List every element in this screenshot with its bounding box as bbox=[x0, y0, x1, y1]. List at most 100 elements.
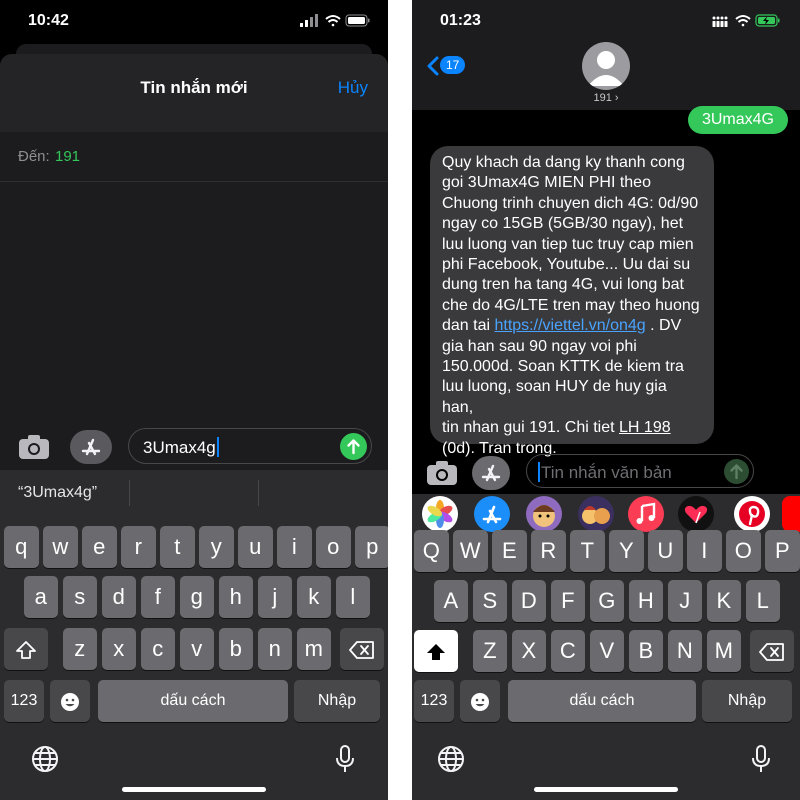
return-key[interactable]: Nhập bbox=[702, 680, 792, 722]
emoji-key[interactable] bbox=[50, 680, 90, 722]
globe-icon[interactable] bbox=[30, 744, 60, 774]
unread-count-badge[interactable]: 17 bbox=[440, 56, 466, 74]
key-letter[interactable]: B bbox=[628, 630, 664, 672]
key-letter[interactable]: Z bbox=[472, 630, 508, 672]
key-letter[interactable]: U bbox=[648, 530, 683, 572]
key-letter[interactable]: H bbox=[628, 580, 664, 622]
app-store-icon[interactable] bbox=[70, 430, 112, 464]
microphone-icon[interactable] bbox=[330, 744, 360, 774]
key-letter[interactable]: u bbox=[238, 526, 273, 568]
suggestion-divider bbox=[129, 480, 130, 506]
key-letter[interactable]: O bbox=[726, 530, 761, 572]
key-letter[interactable]: i bbox=[277, 526, 312, 568]
key-letter[interactable]: P bbox=[765, 530, 800, 572]
key-letter[interactable]: X bbox=[511, 630, 547, 672]
key-letter[interactable]: V bbox=[589, 630, 625, 672]
delete-key[interactable] bbox=[340, 628, 384, 670]
message-link[interactable]: https://viettel.vn/on4g bbox=[494, 317, 645, 334]
key-letter[interactable]: N bbox=[667, 630, 703, 672]
music-icon[interactable] bbox=[628, 496, 664, 532]
memoji-icon[interactable] bbox=[526, 496, 562, 532]
key-letter[interactable]: j bbox=[257, 576, 293, 618]
key-letter[interactable]: I bbox=[687, 530, 722, 572]
key-letter[interactable]: W bbox=[453, 530, 488, 572]
message-input-bar: Tin nhắn văn bản bbox=[412, 454, 800, 498]
key-letter[interactable]: M bbox=[706, 630, 742, 672]
app-store-icon[interactable] bbox=[472, 456, 510, 490]
key-letter[interactable]: e bbox=[82, 526, 117, 568]
space-key[interactable]: dấu cách bbox=[98, 680, 288, 722]
numbers-key[interactable]: 123 bbox=[414, 680, 454, 722]
photos-app-icon[interactable] bbox=[422, 496, 458, 532]
key-letter[interactable]: x bbox=[101, 628, 137, 670]
key-letter[interactable]: E bbox=[492, 530, 527, 572]
key-letter[interactable]: b bbox=[218, 628, 254, 670]
sent-message-bubble[interactable]: 3Umax4G bbox=[687, 106, 788, 134]
microphone-icon[interactable] bbox=[746, 744, 776, 774]
digital-touch-icon[interactable] bbox=[678, 496, 714, 532]
key-letter[interactable]: Y bbox=[609, 530, 644, 572]
youtube-icon[interactable] bbox=[782, 496, 800, 532]
camera-icon[interactable] bbox=[426, 458, 458, 490]
key-letter[interactable]: A bbox=[433, 580, 469, 622]
shift-key[interactable] bbox=[4, 628, 48, 670]
contact-name[interactable]: 191 › bbox=[412, 92, 800, 104]
camera-icon[interactable] bbox=[18, 432, 50, 464]
compose-sheet: Tin nhắn mới Hủy Đến: 191 3Umax4g “3Umax… bbox=[0, 54, 388, 800]
key-letter[interactable]: o bbox=[316, 526, 351, 568]
key-letter[interactable]: r bbox=[121, 526, 156, 568]
message-line: luu luong van tiep tuc truy cap mien bbox=[442, 235, 694, 253]
key-letter[interactable]: l bbox=[335, 576, 371, 618]
key-letter[interactable]: k bbox=[296, 576, 332, 618]
key-letter[interactable]: w bbox=[43, 526, 78, 568]
phone-link[interactable]: LH 198 bbox=[619, 419, 671, 436]
delete-key[interactable] bbox=[750, 630, 794, 672]
key-letter[interactable]: T bbox=[570, 530, 605, 572]
emoji-key[interactable] bbox=[460, 680, 500, 722]
key-letter[interactable]: J bbox=[667, 580, 703, 622]
key-letter[interactable]: D bbox=[511, 580, 547, 622]
key-letter[interactable]: g bbox=[179, 576, 215, 618]
chevron-left-icon[interactable] bbox=[426, 56, 440, 81]
key-letter[interactable]: S bbox=[472, 580, 508, 622]
send-button[interactable] bbox=[340, 433, 367, 460]
key-letter[interactable]: v bbox=[179, 628, 215, 670]
key-letter[interactable]: G bbox=[589, 580, 625, 622]
message-input[interactable]: Tin nhắn văn bản bbox=[526, 454, 754, 488]
return-key[interactable]: Nhập bbox=[294, 680, 380, 722]
recipient-row[interactable]: Đến: 191 bbox=[0, 132, 388, 182]
received-message-bubble[interactable]: Quy khach da dang ky thanh cong goi 3Umax… bbox=[430, 146, 714, 457]
send-button[interactable] bbox=[724, 459, 749, 484]
pinterest-icon[interactable] bbox=[734, 496, 770, 532]
cancel-button[interactable]: Hủy bbox=[338, 78, 368, 98]
key-letter[interactable]: L bbox=[745, 580, 781, 622]
key-letter[interactable]: K bbox=[706, 580, 742, 622]
key-letter[interactable]: s bbox=[62, 576, 98, 618]
space-key[interactable]: dấu cách bbox=[508, 680, 696, 722]
key-letter[interactable]: Q bbox=[414, 530, 449, 572]
app-store-icon[interactable] bbox=[474, 496, 510, 532]
key-letter[interactable]: F bbox=[550, 580, 586, 622]
key-letter[interactable]: n bbox=[257, 628, 293, 670]
key-letter[interactable]: C bbox=[550, 630, 586, 672]
key-letter[interactable]: t bbox=[160, 526, 195, 568]
recipient-number[interactable]: 191 bbox=[55, 148, 80, 165]
key-letter[interactable]: c bbox=[140, 628, 176, 670]
numbers-key[interactable]: 123 bbox=[4, 680, 44, 722]
key-letter[interactable]: a bbox=[23, 576, 59, 618]
key-letter[interactable]: f bbox=[140, 576, 176, 618]
key-letter[interactable]: q bbox=[4, 526, 39, 568]
globe-icon[interactable] bbox=[436, 744, 466, 774]
key-letter[interactable]: h bbox=[218, 576, 254, 618]
key-letter[interactable]: z bbox=[62, 628, 98, 670]
key-letter[interactable]: d bbox=[101, 576, 137, 618]
avatar[interactable] bbox=[582, 42, 630, 90]
shift-key[interactable] bbox=[414, 630, 458, 672]
suggestion-item[interactable]: “3Umax4g” bbox=[18, 484, 97, 502]
memoji-stickers-icon[interactable] bbox=[578, 496, 614, 532]
message-input[interactable]: 3Umax4g bbox=[128, 428, 372, 464]
key-letter[interactable]: p bbox=[355, 526, 388, 568]
key-letter[interactable]: y bbox=[199, 526, 234, 568]
key-letter[interactable]: m bbox=[296, 628, 332, 670]
key-letter[interactable]: R bbox=[531, 530, 566, 572]
